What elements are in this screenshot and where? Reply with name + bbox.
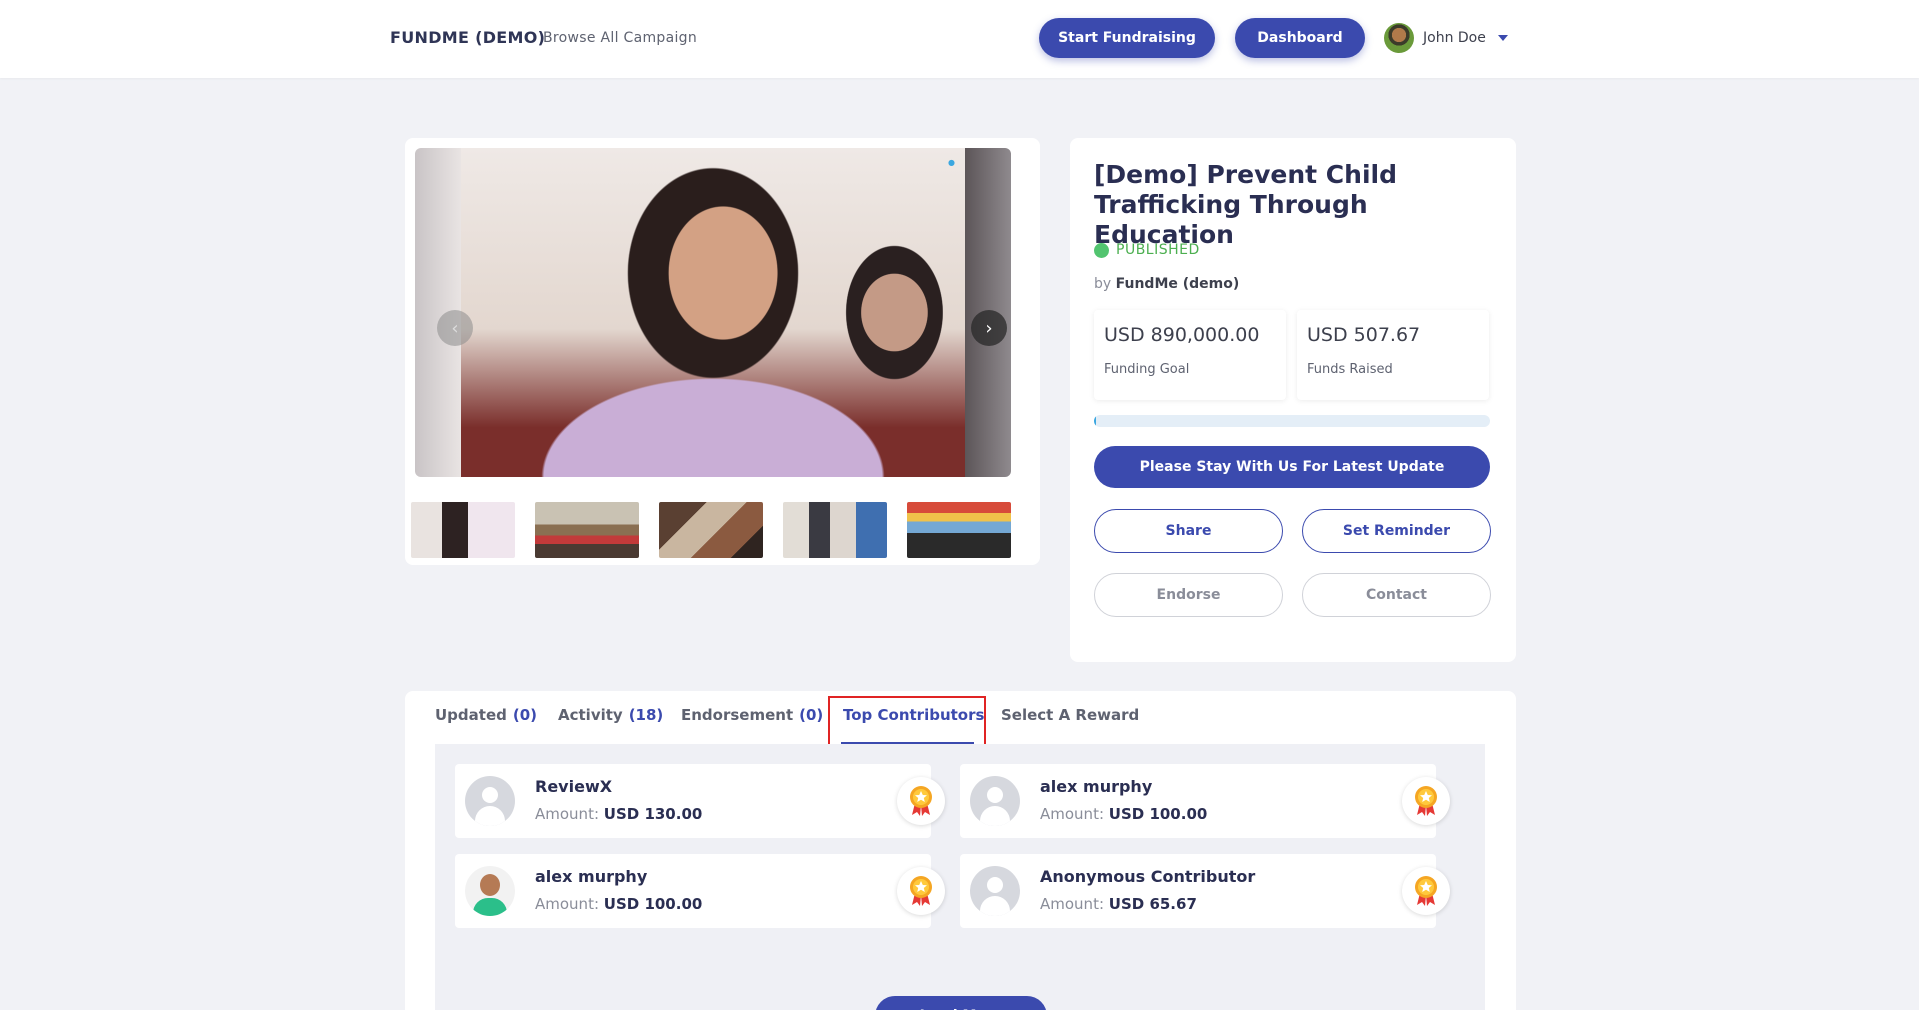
avatar <box>465 866 515 916</box>
browse-campaigns-link[interactable]: Browse All Campaign <box>543 30 697 46</box>
user-name[interactable]: John Doe <box>1423 30 1486 46</box>
dashboard-button[interactable]: Dashboard <box>1235 18 1365 58</box>
contributor-card: alex murphy Amount: USD 100.00 <box>960 764 1450 838</box>
contributor-amount: Amount: USD 100.00 <box>535 895 703 913</box>
chevron-down-icon[interactable] <box>1497 35 1508 41</box>
contributor-amount: Amount: USD 65.67 <box>1040 895 1197 913</box>
funds-raised-label: Funds Raised <box>1307 362 1393 377</box>
gallery-prev-button[interactable]: ‹ <box>437 310 473 346</box>
tab-endorsement[interactable]: Endorsement (0) <box>681 706 823 724</box>
contributor-card: alex murphy Amount: USD 100.00 <box>455 854 945 928</box>
user-menu[interactable]: John Doe <box>1384 22 1508 54</box>
share-button[interactable]: Share <box>1094 509 1283 553</box>
funding-progress-fill <box>1094 415 1096 427</box>
tab-count: (0) <box>799 706 824 724</box>
author-name[interactable]: FundMe (demo) <box>1116 276 1240 292</box>
award-badge-icon <box>1402 867 1450 915</box>
brand-logo-text[interactable]: FUNDME (DEMO) <box>390 28 545 47</box>
gallery-thumbnail[interactable] <box>783 502 887 558</box>
gallery-thumbnails <box>411 502 1011 558</box>
chevron-right-icon: › <box>985 317 993 339</box>
campaign-title: [Demo] Prevent Child Trafficking Through… <box>1094 160 1397 249</box>
avatar <box>465 776 515 826</box>
load-more-button[interactable]: Load More <box>875 996 1047 1010</box>
avatar <box>970 866 1020 916</box>
status-badge: PUBLISHED <box>1094 242 1200 258</box>
gallery-thumbnail[interactable] <box>659 502 763 558</box>
avatar <box>970 776 1020 826</box>
tab-activity[interactable]: Activity (18) <box>558 706 663 724</box>
status-text: PUBLISHED <box>1116 242 1200 258</box>
tab-count: (18) <box>628 706 664 724</box>
gallery-thumbnail[interactable] <box>411 502 515 558</box>
award-badge-icon <box>897 777 945 825</box>
contact-button[interactable]: Contact <box>1302 573 1491 617</box>
top-navbar: FUNDME (DEMO) Browse All Campaign Start … <box>0 0 1919 78</box>
tab-label: Updated <box>435 706 507 724</box>
endorse-button[interactable]: Endorse <box>1094 573 1283 617</box>
campaign-gallery: ● ‹ › <box>405 138 1040 565</box>
author-line: by FundMe (demo) <box>1094 276 1239 292</box>
tab-label: Endorsement <box>681 706 794 724</box>
author-prefix: by <box>1094 276 1112 292</box>
contributor-name: alex murphy <box>535 867 648 886</box>
gallery-thumbnail[interactable] <box>535 502 639 558</box>
funds-raised-value: USD 507.67 <box>1307 324 1421 346</box>
contributor-name: ReviewX <box>535 777 613 796</box>
start-fundraising-button[interactable]: Start Fundraising <box>1039 18 1215 58</box>
avatar[interactable] <box>1384 23 1414 53</box>
set-reminder-button[interactable]: Set Reminder <box>1302 509 1491 553</box>
contributor-card: ReviewX Amount: USD 130.00 <box>455 764 945 838</box>
campaign-photo <box>461 148 965 477</box>
campaign-info-card: [Demo] Prevent Child Trafficking Through… <box>1070 138 1516 662</box>
funding-goal-label: Funding Goal <box>1104 362 1190 377</box>
contributor-name: Anonymous Contributor <box>1040 867 1256 886</box>
stay-updated-button[interactable]: Please Stay With Us For Latest Update <box>1094 446 1490 488</box>
contributor-amount: Amount: USD 100.00 <box>1040 805 1208 823</box>
gallery-next-button[interactable]: › <box>971 310 1007 346</box>
gallery-thumbnail[interactable] <box>907 502 1011 558</box>
funding-goal-box: USD 890,000.00 Funding Goal <box>1094 310 1286 400</box>
funds-raised-box: USD 507.67 Funds Raised <box>1297 310 1489 400</box>
tab-count: (0) <box>512 706 538 724</box>
award-badge-icon <box>1402 777 1450 825</box>
contributor-amount: Amount: USD 130.00 <box>535 805 703 823</box>
top-contributors-list: ReviewX Amount: USD 130.00 alex murphy A… <box>435 744 1485 1010</box>
contributor-name: alex murphy <box>1040 777 1153 796</box>
watermark-logo-icon: ● <box>948 158 955 167</box>
funding-progress-bar <box>1094 415 1490 427</box>
chevron-left-icon: ‹ <box>451 317 459 339</box>
tab-updated[interactable]: Updated (0) <box>435 706 537 724</box>
tab-label: Select A Reward <box>1001 706 1140 724</box>
award-badge-icon <box>897 867 945 915</box>
tab-select-reward[interactable]: Select A Reward <box>1001 706 1139 724</box>
status-dot-icon <box>1094 242 1109 258</box>
main-campaign-image: ● ‹ › <box>415 148 1011 477</box>
campaign-tabs-panel: Updated (0) Activity (18) Endorsement (0) T… <box>405 691 1516 1010</box>
contributor-card: Anonymous Contributor Amount: USD 65.67 <box>960 854 1450 928</box>
tab-label: Activity <box>558 706 623 724</box>
funding-goal-value: USD 890,000.00 <box>1104 324 1260 346</box>
